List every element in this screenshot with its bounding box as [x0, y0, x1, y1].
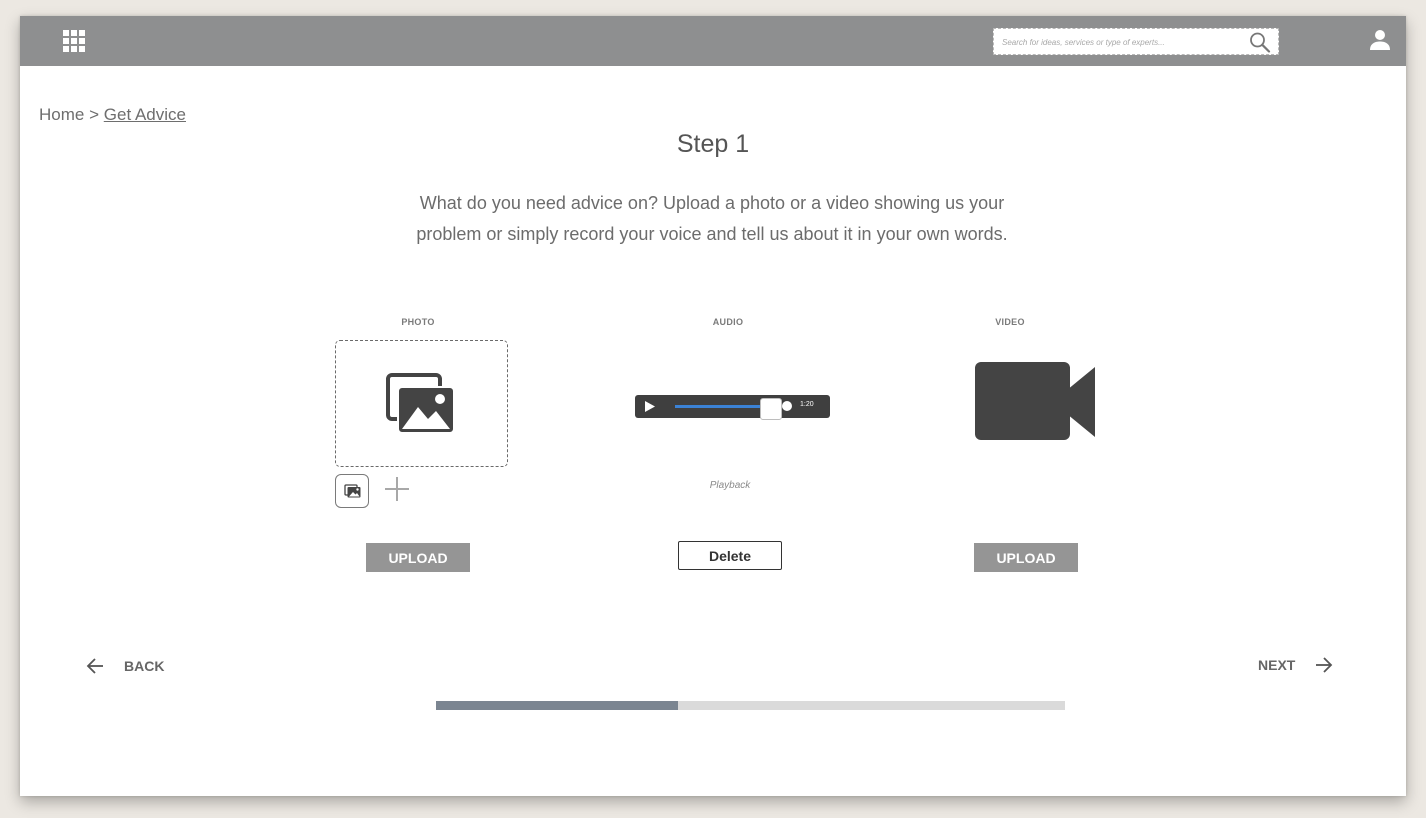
photo-upload-button[interactable]: UPLOAD: [366, 543, 470, 572]
user-icon[interactable]: [1368, 28, 1392, 52]
arrow-left-icon: [86, 658, 103, 674]
next-label: NEXT: [1258, 657, 1296, 673]
next-button[interactable]: NEXT: [1258, 654, 1333, 676]
volume-track[interactable]: [675, 398, 787, 420]
instructions-line-1: What do you need advice on? Upload a pho…: [419, 193, 1005, 213]
volume-fill: [675, 405, 772, 408]
photo-label: PHOTO: [401, 317, 435, 327]
app-grid-icon[interactable]: [63, 30, 85, 52]
audio-player: 1:20: [635, 395, 830, 420]
back-button[interactable]: BACK: [86, 655, 164, 677]
add-photo-icon[interactable]: [384, 476, 410, 502]
image-gallery-icon: [386, 373, 455, 434]
photo-drop-zone[interactable]: [335, 340, 508, 467]
audio-delete-button[interactable]: Delete: [678, 541, 782, 570]
search-input[interactable]: [1002, 33, 1232, 51]
app-window: Home > Get Advice Step 1 What do you nee…: [20, 16, 1406, 796]
breadcrumb-separator: >: [89, 105, 100, 124]
volume-slider-handle[interactable]: [760, 398, 783, 420]
search-box: [993, 28, 1279, 55]
page-title: Step 1: [676, 130, 750, 158]
breadcrumb-home[interactable]: Home: [39, 105, 84, 124]
top-bar: [20, 16, 1406, 66]
audio-label: AUDIO: [712, 317, 744, 327]
instructions-line-2: problem or simply record your voice and …: [416, 224, 1008, 244]
play-icon[interactable]: [644, 400, 656, 413]
search-icon[interactable]: [1248, 31, 1272, 53]
instructions-text: What do you need advice on? Upload a pho…: [370, 188, 1054, 250]
back-label: BACK: [124, 658, 165, 674]
step-progress-bar: [436, 701, 1065, 710]
audio-time: 1:20: [800, 401, 814, 408]
breadcrumb-current[interactable]: Get Advice: [104, 105, 186, 124]
video-camera-icon[interactable]: [975, 362, 1095, 442]
playhead-knob[interactable]: [782, 401, 792, 411]
video-upload-button[interactable]: UPLOAD: [974, 543, 1078, 572]
photo-thumbnail-button[interactable]: [335, 474, 369, 508]
video-label: VIDEO: [995, 317, 1025, 327]
image-icon: [344, 484, 361, 498]
arrow-right-icon: [1316, 657, 1333, 673]
breadcrumb: Home > Get Advice: [39, 105, 186, 125]
step-progress-fill: [436, 701, 679, 710]
playback-caption: Playback: [709, 480, 751, 491]
